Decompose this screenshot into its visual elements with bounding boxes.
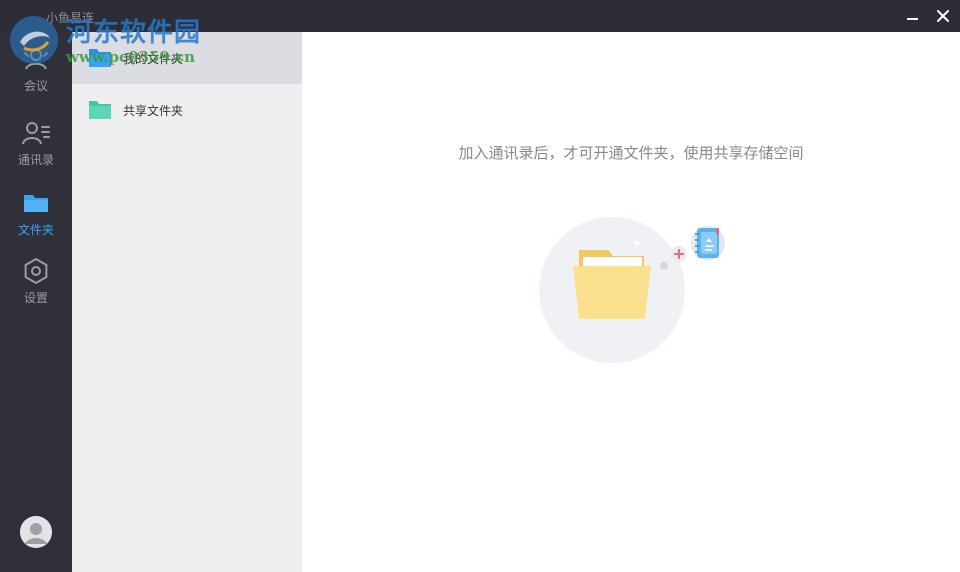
- folder-with-contacts-illustration: [539, 217, 725, 363]
- empty-state-hint: 加入通讯录后，才可开通文件夹，使用共享存储空间: [458, 144, 804, 162]
- contacts-icon: [21, 118, 51, 148]
- nav-item-settings[interactable]: 设置: [0, 256, 72, 318]
- main-content: 加入通讯录后，才可开通文件夹，使用共享存储空间: [302, 32, 960, 572]
- watermark-site-name: 河东软件园: [66, 18, 202, 48]
- nav-rail: 会议 通讯录 文件夹 设置: [0, 32, 72, 572]
- user-avatar-icon: [20, 516, 52, 548]
- folder-icon: [89, 101, 111, 119]
- close-icon: [937, 10, 949, 22]
- minimize-button[interactable]: [902, 6, 922, 26]
- user-avatar[interactable]: [20, 516, 52, 548]
- watermark-url: www.pc0359.cn: [66, 48, 196, 66]
- nav-item-contacts[interactable]: 通讯录: [0, 118, 72, 180]
- folder-item-label: 共享文件夹: [123, 103, 184, 118]
- nav-item-label: 文件夹: [17, 223, 54, 237]
- close-button[interactable]: [933, 6, 953, 26]
- gear-icon: [21, 256, 51, 286]
- folder-list-panel: 我的文件夹 共享文件夹: [72, 32, 302, 572]
- folder-item-shared-folder[interactable]: 共享文件夹: [72, 84, 302, 136]
- nav-item-label: 会议: [23, 79, 48, 93]
- watermark-logo-icon: [10, 16, 58, 64]
- nav-item-label: 设置: [23, 291, 48, 305]
- folder-icon: [21, 188, 51, 218]
- minimize-icon: [906, 18, 918, 20]
- nav-item-label: 通讯录: [17, 153, 54, 167]
- nav-item-folder[interactable]: 文件夹: [0, 188, 72, 250]
